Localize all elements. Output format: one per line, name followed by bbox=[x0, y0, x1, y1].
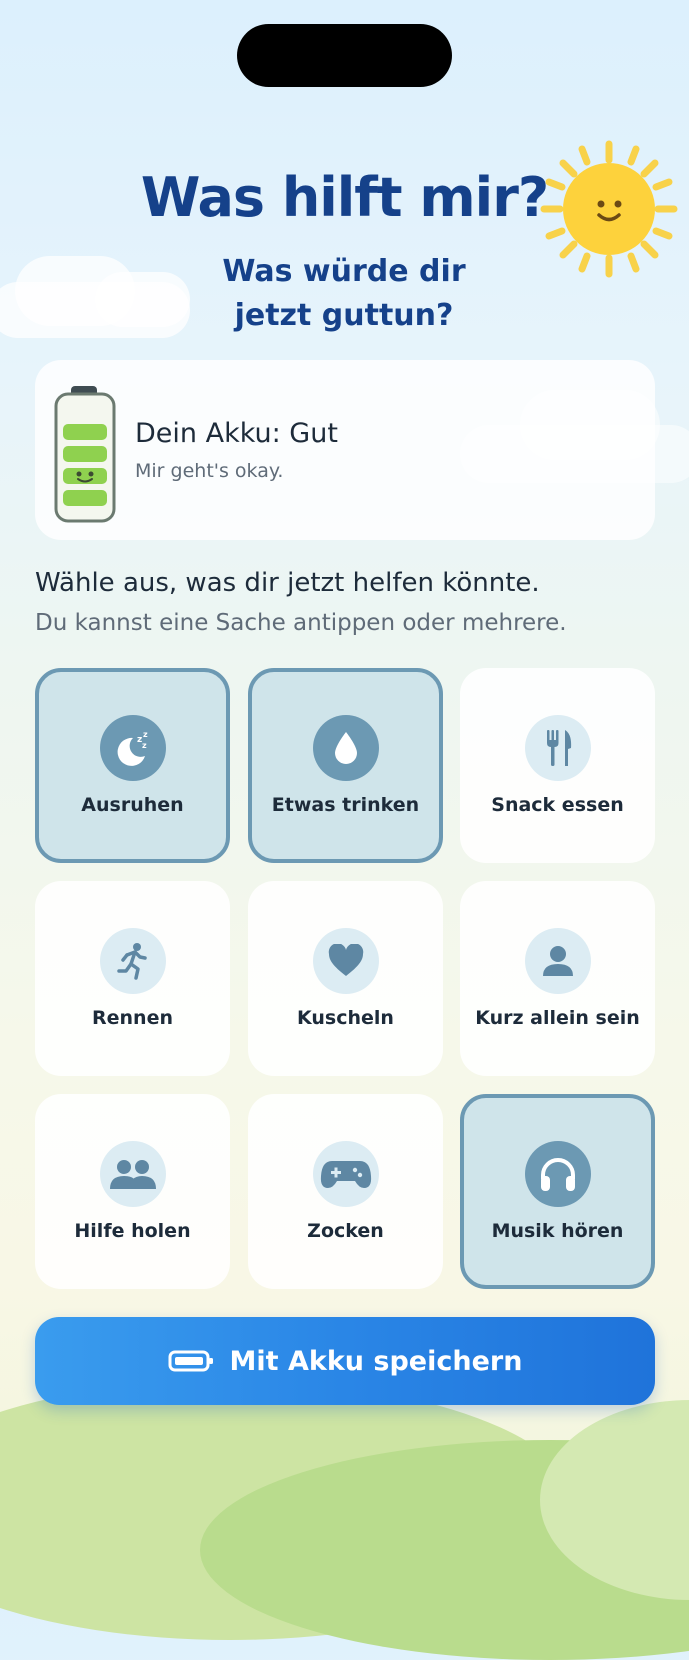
option-label: Snack essen bbox=[491, 794, 624, 816]
option-kuscheln[interactable]: Kuscheln bbox=[248, 881, 443, 1076]
camera-notch bbox=[237, 24, 452, 87]
page-subtitle: Was würde dir jetzt guttun? bbox=[222, 254, 466, 333]
svg-text:z: z bbox=[143, 730, 148, 739]
option-rennen[interactable]: Rennen bbox=[35, 881, 230, 1076]
option-hilfe-holen[interactable]: Hilfe holen bbox=[35, 1094, 230, 1289]
option-snack-essen[interactable]: Snack essen bbox=[460, 668, 655, 863]
svg-text:z: z bbox=[142, 741, 147, 750]
option-label: Kurz allein sein bbox=[475, 1007, 640, 1029]
option-label: Ausruhen bbox=[81, 794, 184, 816]
save-button-label: Mit Akku speichern bbox=[229, 1345, 523, 1377]
battery-level-icon bbox=[54, 386, 116, 523]
selection-prompt: Wähle aus, was dir jetzt helfen könnte. bbox=[35, 568, 540, 598]
option-zocken[interactable]: Zocken bbox=[248, 1094, 443, 1289]
gamepad-icon bbox=[312, 1141, 379, 1207]
option-label: Rennen bbox=[92, 1007, 173, 1029]
akku-status-card: Dein Akku: Gut Mir geht's okay. bbox=[35, 360, 655, 540]
running-icon bbox=[99, 928, 166, 994]
option-label: Musik hören bbox=[491, 1220, 624, 1242]
battery-icon bbox=[168, 1350, 213, 1372]
option-kurz-allein-sein[interactable]: Kurz allein sein bbox=[460, 881, 655, 1076]
option-musik-hoeren[interactable]: Musik hören bbox=[460, 1094, 655, 1289]
heart-icon bbox=[312, 928, 379, 994]
page-title: Was hilft mir? bbox=[140, 166, 549, 229]
headphones-icon bbox=[524, 1141, 591, 1207]
option-label: Kuscheln bbox=[297, 1007, 394, 1029]
person-icon bbox=[524, 928, 591, 994]
option-ausruhen[interactable]: z z z Ausruhen bbox=[35, 668, 230, 863]
option-etwas-trinken[interactable]: Etwas trinken bbox=[248, 668, 443, 863]
akku-title: Dein Akku: Gut bbox=[135, 418, 338, 449]
save-with-akku-button[interactable]: Mit Akku speichern bbox=[35, 1317, 655, 1405]
option-label: Etwas trinken bbox=[271, 794, 420, 816]
people-icon bbox=[99, 1141, 166, 1207]
fork-knife-icon bbox=[524, 715, 591, 781]
akku-subtitle: Mir geht's okay. bbox=[135, 460, 284, 482]
moon-sleep-icon: z z z bbox=[99, 715, 166, 781]
option-label: Zocken bbox=[307, 1220, 384, 1242]
option-label: Hilfe holen bbox=[74, 1220, 191, 1242]
water-drop-icon bbox=[312, 715, 379, 781]
selection-hint: Du kannst eine Sache antippen oder mehre… bbox=[35, 610, 567, 636]
